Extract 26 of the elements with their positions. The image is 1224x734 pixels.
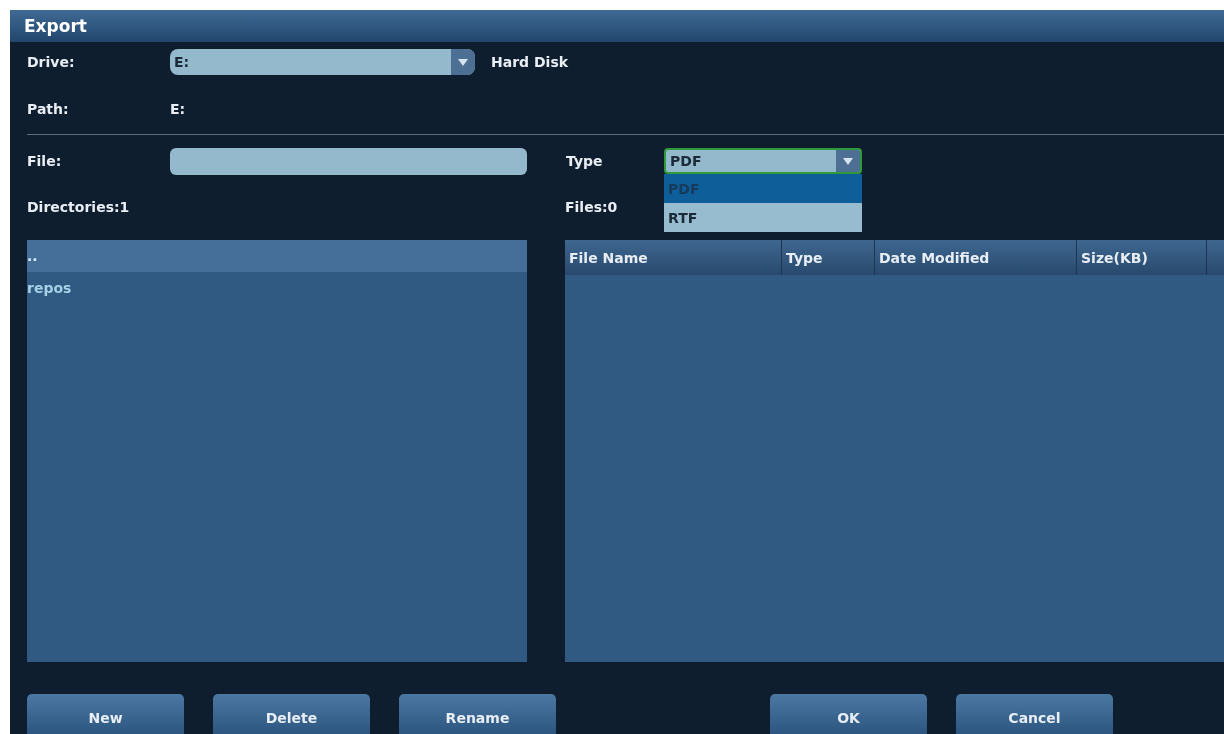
directories-count: Directories:1 <box>27 199 131 215</box>
type-dropdown[interactable]: PDF <box>664 148 862 174</box>
path-value: E: <box>170 101 186 117</box>
files-count: Files:0 <box>565 199 618 215</box>
directory-item[interactable]: repos <box>27 272 527 304</box>
dialog-button[interactable]: OK <box>770 694 927 734</box>
column-header[interactable]: Size(KB) <box>1077 240 1207 275</box>
file-name-field[interactable] <box>170 147 527 175</box>
drive-dropdown[interactable]: E: <box>170 49 475 75</box>
dialog-button[interactable]: Cancel <box>956 694 1113 734</box>
path-label: Path: <box>27 101 70 117</box>
directory-item[interactable]: .. <box>27 240 527 272</box>
type-option[interactable]: RTF <box>664 203 862 232</box>
action-button[interactable]: Delete <box>213 694 370 734</box>
caret-icon <box>458 58 468 66</box>
column-header[interactable]: Date Modified <box>875 240 1077 275</box>
drive-label: Drive: <box>27 54 76 70</box>
caret-icon <box>843 157 853 165</box>
drive-description: Hard Disk <box>491 54 569 70</box>
column-header[interactable]: File Name <box>565 240 782 275</box>
action-button[interactable]: Rename <box>399 694 556 734</box>
action-button[interactable]: New <box>27 694 184 734</box>
file-label: File: <box>27 153 63 169</box>
column-header[interactable]: Type <box>782 240 875 275</box>
type-label: Type <box>566 153 604 169</box>
window-title: Export <box>24 16 87 36</box>
